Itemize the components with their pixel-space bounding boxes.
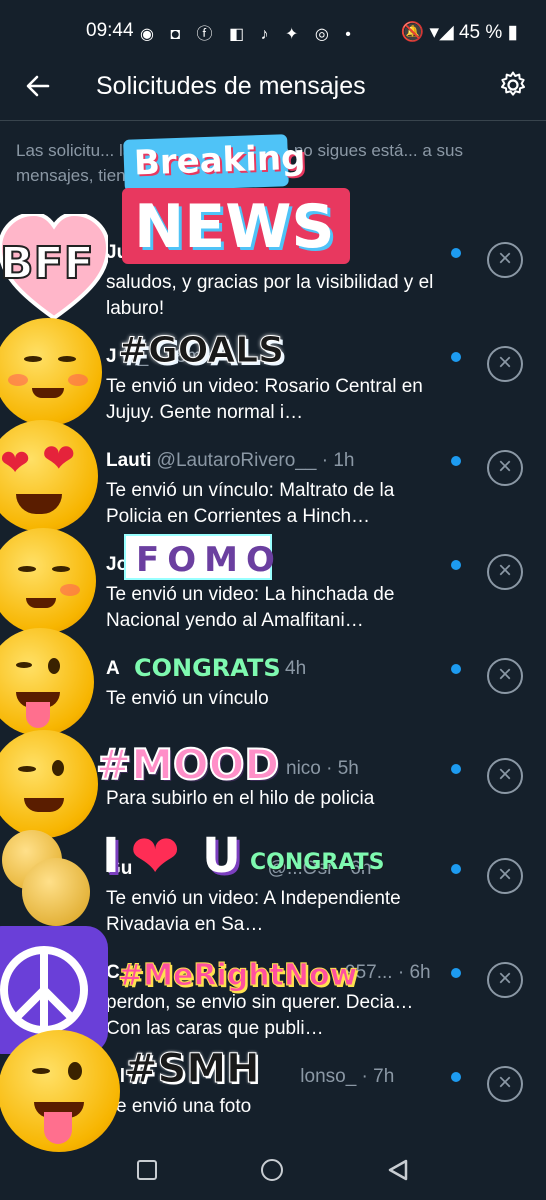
row-header: A 4h	[106, 658, 306, 680]
mouth	[32, 388, 64, 398]
dismiss-request-button[interactable]: ×	[487, 658, 523, 694]
row-header: C 957... · 6h	[106, 962, 431, 984]
message-preview: saludos, y gracias por la visibilidad y …	[106, 272, 434, 319]
unread-dot-icon	[451, 764, 461, 774]
mouth	[24, 798, 64, 812]
message-preview: Para subirlo en el hilo de policia	[106, 788, 375, 809]
row-header: Juan @ju... · 47s	[106, 242, 253, 264]
eye	[68, 1062, 82, 1080]
cheek	[8, 374, 28, 386]
sender-name: A	[106, 658, 120, 679]
message-preview: e envió una foto	[116, 1096, 252, 1117]
sender-handle: lonso_ · 7h	[300, 1066, 395, 1087]
unread-dot-icon	[451, 248, 461, 258]
sender-handle: 4h	[285, 658, 307, 679]
row-header: Lauti @LautaroRivero__ · 1h	[106, 450, 354, 472]
eye	[52, 566, 70, 572]
heart-eye-icon: ❤	[0, 442, 31, 483]
dismiss-request-button[interactable]: ×	[487, 346, 523, 382]
eye	[18, 566, 36, 572]
cheek	[60, 584, 80, 596]
unread-dot-icon	[451, 664, 461, 674]
unread-dot-icon	[451, 968, 461, 978]
sender-handle: 957... · 6h	[345, 962, 431, 983]
eye	[48, 658, 60, 674]
dismiss-request-button[interactable]: ×	[487, 450, 523, 486]
sender-name: J	[106, 346, 117, 367]
message-request-row[interactable]: Gu @...Osr · 6h Te envió un video: A Ind…	[0, 848, 546, 952]
mouth	[16, 494, 62, 514]
sender-handle: 1899 · 4h	[133, 554, 214, 575]
message-preview: Te envió un video: La hinchada de Nacion…	[106, 584, 395, 631]
unread-dot-icon	[451, 864, 461, 874]
unread-dot-icon	[451, 352, 461, 362]
back-arrow-icon[interactable]	[22, 70, 54, 102]
dismiss-request-button[interactable]: ×	[487, 242, 523, 278]
sender-name: Gu	[106, 858, 133, 879]
heart-eye-icon: ❤	[42, 437, 76, 481]
message-preview: perdon, se envio sin querer. Decia… Con …	[106, 992, 414, 1039]
page-title: Solicitudes de mensajes	[96, 72, 366, 100]
gear-icon[interactable]	[498, 70, 528, 100]
winking-tongue-emoji	[0, 1030, 120, 1152]
notification-icons: ◉ ◘ ⓕ ◧ ♪ ✦ ◎ •	[140, 26, 357, 43]
system-nav-bar	[0, 1140, 546, 1200]
back-triangle-icon[interactable]	[386, 1158, 410, 1182]
home-icon[interactable]	[261, 1159, 283, 1181]
row-header: nico · 5h	[106, 758, 359, 780]
row-header: Al lonso_ · 7h	[106, 1066, 394, 1088]
dismiss-request-button[interactable]: ×	[487, 858, 523, 894]
recents-icon[interactable]	[137, 1160, 157, 1180]
sender-name: Lauti	[106, 450, 152, 471]
sender-handle: @...Osr · 6h	[267, 858, 372, 879]
message-preview: Te envió un video: Rosario Central en Ju…	[106, 376, 423, 423]
mouth	[26, 598, 56, 608]
app-header: Solicitudes de mensajes	[0, 62, 546, 118]
eye	[58, 356, 76, 362]
sender-handle: to_ · 28min	[121, 346, 217, 367]
sender-name: Jo	[106, 554, 129, 575]
unread-dot-icon	[451, 456, 461, 466]
sender-handle: nico · 5h	[286, 758, 359, 779]
requests-notice: Las solicitu... las personas a las que n…	[16, 141, 463, 185]
eye	[18, 766, 36, 772]
eye	[52, 760, 64, 776]
message-preview: Te envió un vínculo	[106, 688, 269, 709]
status-bar: 09:44 ◉ ◘ ⓕ ◧ ♪ ✦ ◎ • 🔕 ▾◢ 45 % ▮	[0, 0, 546, 62]
eye	[32, 1068, 50, 1074]
message-preview: Te envió un vínculo: Maltrato de la Poli…	[106, 480, 395, 527]
system-status: 🔕 ▾◢ 45 % ▮	[400, 22, 518, 43]
dismiss-request-button[interactable]: ×	[487, 758, 523, 794]
dismiss-request-button[interactable]: ×	[487, 554, 523, 590]
sender-name: Juan	[106, 242, 151, 263]
dismiss-request-button[interactable]: ×	[487, 962, 523, 998]
message-request-row[interactable]: Juan @ju... · 47s saludos, y gracias por…	[0, 232, 546, 336]
eye	[16, 662, 32, 668]
sender-handle: @ju... · 47s	[155, 242, 254, 263]
unread-dot-icon	[451, 560, 461, 570]
header-divider	[0, 120, 546, 121]
tongue	[26, 702, 50, 728]
eye	[24, 356, 42, 362]
sender-handle: @LautaroRivero__ · 1h	[156, 450, 355, 471]
row-header: J to_ · 28min	[106, 346, 217, 368]
row-header: Jo 1899 · 4h	[106, 554, 214, 576]
unread-dot-icon	[451, 1072, 461, 1082]
status-time: 09:44	[86, 20, 134, 41]
dismiss-request-button[interactable]: ×	[487, 1066, 523, 1102]
row-header: Gu @...Osr · 6h	[106, 858, 371, 880]
sender-name: C	[106, 962, 120, 983]
cheek	[68, 374, 88, 386]
message-preview: Te envió un video: A Independiente Rivad…	[106, 888, 401, 935]
